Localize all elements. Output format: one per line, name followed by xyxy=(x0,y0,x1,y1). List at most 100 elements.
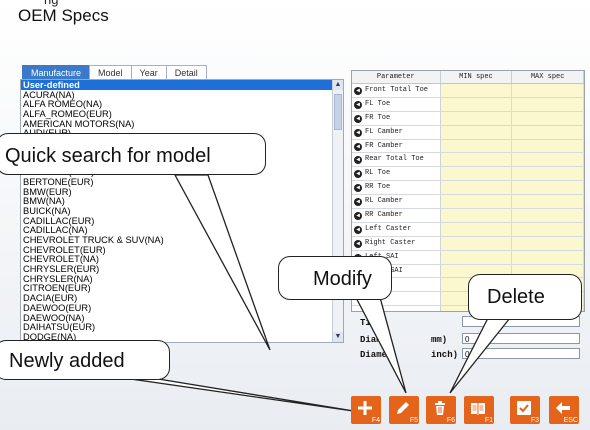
parameter-cell xyxy=(352,306,441,311)
list-item[interactable]: AMERICAN MOTORS(NA) xyxy=(21,119,333,129)
min-spec-cell[interactable] xyxy=(440,111,513,125)
diameter-mm-input[interactable]: 0 xyxy=(462,333,580,344)
min-spec-cell[interactable] xyxy=(440,236,513,250)
parameter-cell: ◀ FL Toe xyxy=(352,97,441,111)
column-header-min: MIN spec xyxy=(441,71,513,83)
parameter-label: RL Camber xyxy=(365,197,403,206)
diameter-inch-input[interactable]: 0.0 xyxy=(462,348,580,359)
max-spec-cell[interactable] xyxy=(512,125,584,139)
help-button[interactable]: F1 xyxy=(464,396,494,424)
table-row[interactable]: ◀ RR Camber xyxy=(352,209,584,223)
min-spec-cell[interactable] xyxy=(440,195,513,209)
min-spec-cell[interactable] xyxy=(440,97,513,111)
confirm-button[interactable]: F3 xyxy=(510,396,540,424)
list-item[interactable]: CADILLAC(EUR) xyxy=(21,216,333,226)
modify-shortcut-key: F5 xyxy=(409,417,418,424)
parameter-cell: ◀ RL Camber xyxy=(352,195,441,209)
delete-button[interactable]: F6 xyxy=(426,396,456,424)
max-spec-cell[interactable] xyxy=(512,250,584,264)
table-row[interactable]: ◀ RR Toe xyxy=(352,181,584,196)
max-spec-cell[interactable] xyxy=(512,236,584,250)
min-spec-cell[interactable] xyxy=(440,84,513,97)
list-item[interactable]: DAIHATSU(EUR) xyxy=(21,322,333,332)
parameter-label: FR Camber xyxy=(365,141,403,150)
tab-detail[interactable]: Detail xyxy=(165,65,207,79)
min-spec-cell[interactable] xyxy=(440,153,513,167)
page-title: OEM Specs xyxy=(18,6,109,25)
parameter-cell: ◀ FR Toe xyxy=(352,111,441,125)
table-row[interactable]: ◀ RL Toe xyxy=(352,167,584,182)
row-marker-icon: ◀ xyxy=(354,114,362,123)
table-row[interactable]: ◀ FR Toe xyxy=(352,111,584,126)
parameter-cell: ◀ FR Camber xyxy=(352,139,441,153)
list-item[interactable]: ALFA_ROMEO(EUR) xyxy=(21,109,333,119)
scroll-down-icon[interactable]: ▼ xyxy=(333,332,343,342)
tire-label: Tir xyxy=(360,318,377,328)
parameter-cell: ◀ Front Total Toe xyxy=(352,84,441,97)
diameter-mm-label: Diam xyxy=(360,335,382,345)
table-row[interactable]: ◀ FL Toe xyxy=(352,97,584,112)
parameter-label: Right Caster xyxy=(365,238,416,247)
list-item[interactable]: DAEWOO(EUR) xyxy=(21,303,333,313)
row-marker-icon: ◀ xyxy=(354,198,362,207)
arrow-left-icon xyxy=(556,402,570,414)
min-spec-cell[interactable] xyxy=(440,250,513,264)
list-item[interactable]: User-defined xyxy=(21,80,333,90)
table-row[interactable]: ◀ Left Caster xyxy=(352,222,584,237)
max-spec-cell[interactable] xyxy=(512,167,584,181)
max-spec-cell[interactable] xyxy=(512,84,584,97)
row-marker-icon: ◀ xyxy=(354,212,362,221)
list-item[interactable]: CADILLAC(NA) xyxy=(21,225,333,235)
list-item[interactable]: CHEVROLET(EUR) xyxy=(21,245,333,255)
list-scrollbar[interactable]: ▲ ▼ xyxy=(332,80,343,342)
parameter-label: RL Toe xyxy=(365,169,391,178)
min-spec-cell[interactable] xyxy=(440,209,513,222)
modify-button[interactable]: F5 xyxy=(389,396,419,424)
min-spec-cell[interactable] xyxy=(440,222,513,236)
tab-bar: Manufacture Model Year Detail xyxy=(22,65,207,79)
table-row[interactable]: ◀ Rear Total Toe xyxy=(352,153,584,168)
table-row[interactable]: ◀ RL Camber xyxy=(352,195,584,210)
column-header-parameter: Parameter xyxy=(352,71,441,83)
max-spec-cell[interactable] xyxy=(512,153,584,167)
max-spec-cell[interactable] xyxy=(512,209,584,222)
max-spec-cell[interactable] xyxy=(512,195,584,209)
parameter-cell: ◀ FL Camber xyxy=(352,125,441,139)
tab-year[interactable]: Year xyxy=(130,65,167,79)
tab-manufacture[interactable]: Manufacture xyxy=(22,65,91,79)
list-item[interactable]: BUICK(NA) xyxy=(21,206,333,216)
callout-delete: Delete xyxy=(468,274,582,320)
add-button[interactable]: F4 xyxy=(351,396,381,424)
max-spec-cell[interactable] xyxy=(512,222,584,236)
scroll-up-icon[interactable]: ▲ xyxy=(333,80,343,90)
min-spec-cell[interactable] xyxy=(440,139,513,153)
manufacturer-list-panel: User-defined ACURA(NA) ALFA ROMEO(NA) ALFA_… xyxy=(20,79,344,343)
pencil-icon xyxy=(397,402,409,414)
diameter-inch-label: Diame xyxy=(360,350,388,360)
max-spec-cell[interactable] xyxy=(512,111,584,125)
table-row[interactable]: ◀ Front Total Toe xyxy=(352,84,584,98)
list-item[interactable]: BMW(NA) xyxy=(21,196,333,206)
table-row[interactable]: ◀ FL Camber xyxy=(352,125,584,140)
list-item[interactable]: DAEWOO(NA) xyxy=(21,313,333,323)
list-item[interactable]: BMW(EUR) xyxy=(21,187,333,197)
list-item[interactable]: ALFA ROMEO(NA) xyxy=(21,99,333,110)
back-button[interactable]: ESC xyxy=(549,396,579,424)
table-row[interactable]: ◀ FR Camber xyxy=(352,139,584,154)
min-spec-cell[interactable] xyxy=(440,125,513,139)
max-spec-cell[interactable] xyxy=(512,181,584,195)
table-row[interactable]: ◀ Right Caster xyxy=(352,236,584,251)
list-item[interactable]: ACURA(NA) xyxy=(21,90,333,100)
max-spec-cell[interactable] xyxy=(512,97,584,111)
row-marker-icon: ◀ xyxy=(354,184,362,193)
list-item[interactable]: CHEVROLET TRUCK & SUV(NA) xyxy=(21,235,333,245)
max-spec-cell[interactable] xyxy=(512,139,584,153)
confirm-shortcut-key: F3 xyxy=(530,417,539,424)
scroll-thumb[interactable] xyxy=(334,94,342,130)
parameter-label: Left Caster xyxy=(365,224,412,233)
list-item[interactable]: BERTONE(EUR) xyxy=(21,177,333,187)
min-spec-cell[interactable] xyxy=(440,181,513,195)
min-spec-cell[interactable] xyxy=(440,167,513,181)
tab-model[interactable]: Model xyxy=(89,65,132,79)
plus-icon xyxy=(358,401,372,415)
